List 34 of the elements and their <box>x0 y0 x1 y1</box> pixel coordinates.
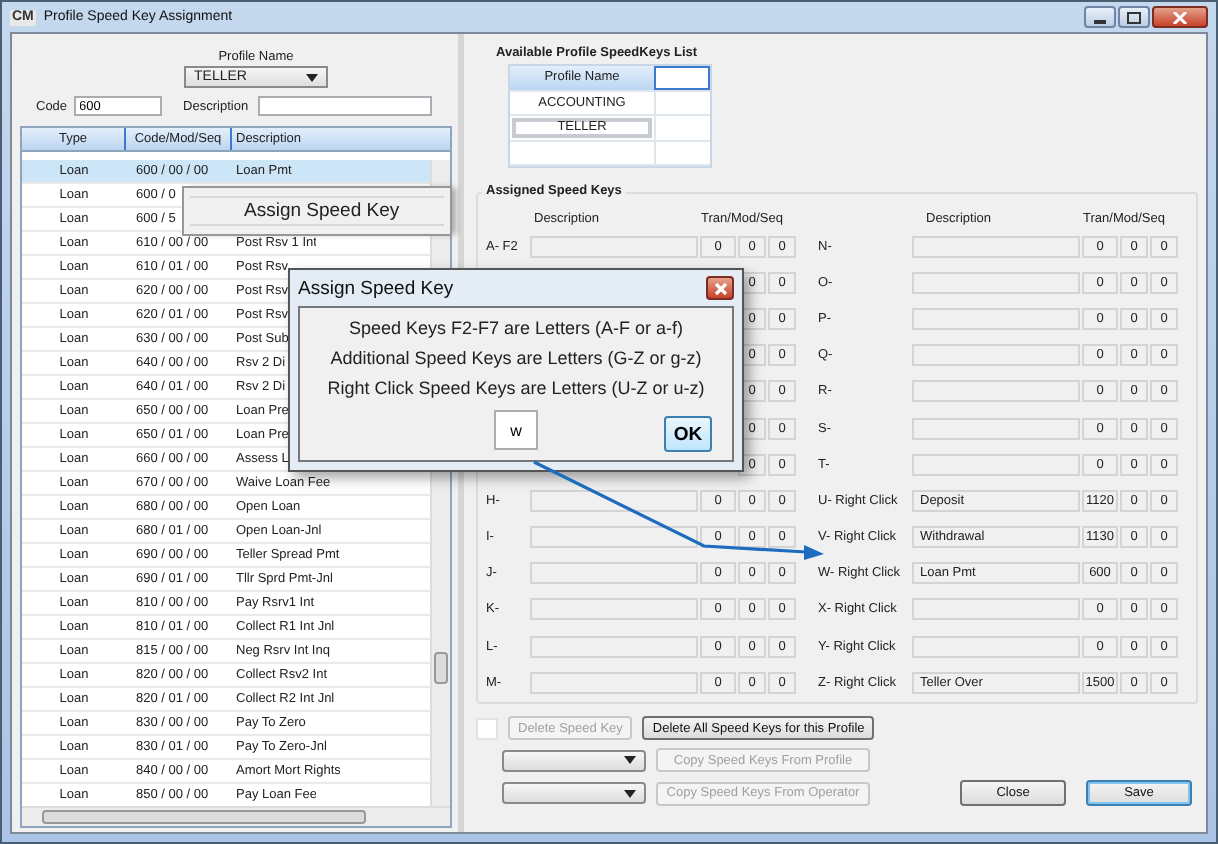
key-input-field[interactable]: w <box>494 410 538 450</box>
description-field[interactable] <box>912 598 1080 621</box>
description-field[interactable] <box>912 344 1080 367</box>
description-field[interactable] <box>530 671 698 694</box>
operator-copy-dropdown[interactable] <box>502 782 646 804</box>
description-field[interactable] <box>912 307 1080 330</box>
description-field[interactable] <box>530 526 698 549</box>
description-field[interactable] <box>912 380 1080 403</box>
checkbox[interactable] <box>476 717 498 739</box>
close-icon <box>1172 11 1188 23</box>
description-field[interactable] <box>530 598 698 621</box>
description-field[interactable] <box>912 635 1080 658</box>
caret-icon <box>624 756 636 764</box>
description-field[interactable] <box>530 562 698 585</box>
ok-button[interactable]: OK <box>664 416 712 452</box>
description-field[interactable] <box>530 235 698 258</box>
profile-copy-dropdown[interactable] <box>502 749 646 771</box>
close-button[interactable] <box>706 276 734 300</box>
caret-icon <box>624 789 636 797</box>
description-field[interactable] <box>912 453 1080 476</box>
description-field[interactable] <box>530 635 698 658</box>
description-field[interactable] <box>912 235 1080 258</box>
menu-item[interactable]: Assign Speed Key <box>190 196 444 226</box>
maximize-button[interactable] <box>1118 6 1150 28</box>
maximize-icon <box>1126 11 1142 23</box>
description-field[interactable] <box>912 417 1080 440</box>
close-icon <box>713 281 727 295</box>
minimize-button[interactable] <box>1084 6 1116 28</box>
description-field[interactable] <box>258 96 433 116</box>
close-button[interactable] <box>1152 6 1208 28</box>
caret-icon <box>306 73 318 81</box>
horizontal-scrollbar[interactable] <box>22 806 450 826</box>
description-field[interactable] <box>530 489 698 512</box>
description-field[interactable] <box>912 271 1080 294</box>
